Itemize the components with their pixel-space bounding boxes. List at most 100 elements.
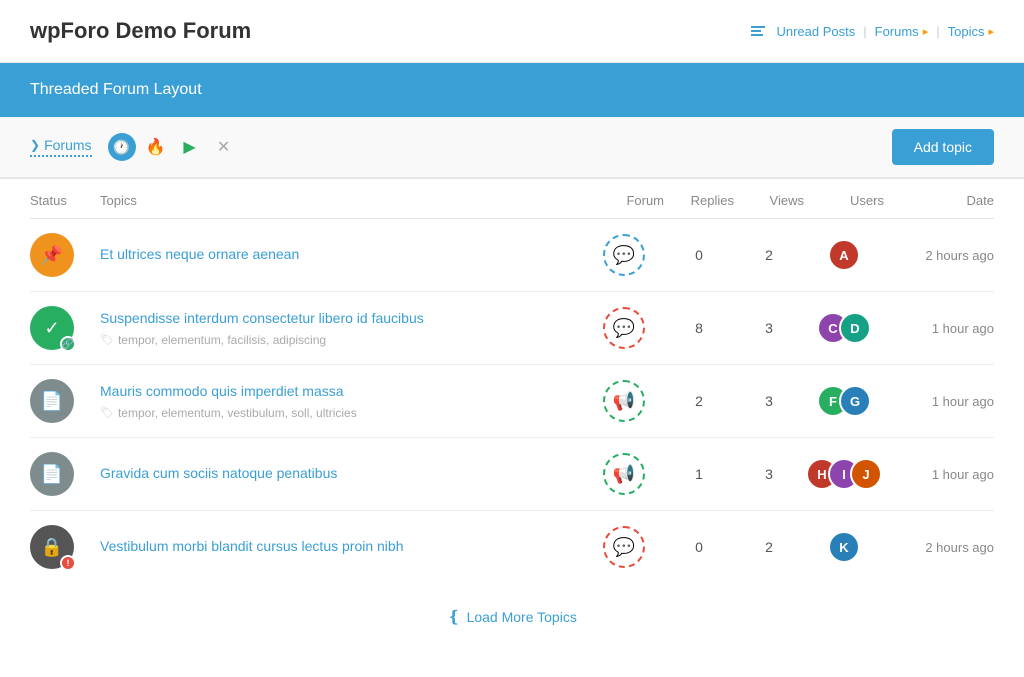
date-cell: 1 hour ago (884, 467, 994, 482)
topic-content: Mauris commodo quis imperdiet massa 🏷 te… (100, 382, 584, 420)
tag-icon: 🏷 (100, 333, 114, 346)
views-cell: 3 (734, 466, 804, 482)
users-cell: C D (804, 312, 884, 344)
avatar: K (828, 531, 860, 563)
forum-circle-icon: 💬 (603, 526, 645, 568)
forum-circle-icon: 💬 (603, 307, 645, 349)
col-status-header: Status (30, 193, 100, 208)
banner-title: Threaded Forum Layout (30, 81, 994, 99)
topic-content: Et ultrices neque ornare aenean (100, 245, 584, 265)
table-row: 📌 Et ultrices neque ornare aenean 💬 0 2 … (30, 219, 994, 292)
forums-link[interactable]: Forums ▸ (875, 24, 929, 39)
views-cell: 3 (734, 320, 804, 336)
clock-filter-icon[interactable]: 🕐 (108, 133, 136, 161)
forums-breadcrumb-link[interactable]: ❯ Forums (30, 137, 92, 157)
nav-separator-2: | (936, 24, 939, 39)
unread-posts-link[interactable]: Unread Posts (776, 24, 855, 39)
locked-status-icon: 🔒 ! (30, 525, 74, 569)
check-filter-icon[interactable]: ▶ (176, 133, 204, 161)
topic-title-link[interactable]: Mauris commodo quis imperdiet massa (100, 383, 344, 399)
forum-icon-cell: 📢 (584, 380, 664, 422)
replies-cell: 1 (664, 466, 734, 482)
toolbar-left: ❯ Forums 🕐 🔥 ▶ ✕ (30, 133, 238, 161)
lock-icon: 🔒 (41, 537, 63, 558)
topic-title-link[interactable]: Suspendisse interdum consectetur libero … (100, 310, 424, 326)
replies-cell: 0 (664, 247, 734, 263)
users-cell: K (804, 531, 884, 563)
fire-filter-icon[interactable]: 🔥 (142, 133, 170, 161)
pinned-status-icon: 📌 (30, 233, 74, 277)
topic-title-link[interactable]: Vestibulum morbi blandit cursus lectus p… (100, 538, 404, 554)
solved-status-icon: ✓ 🔗 (30, 306, 74, 350)
users-cell: A (804, 239, 884, 271)
avatar: D (839, 312, 871, 344)
avatar: G (839, 385, 871, 417)
status-cell: 📌 (30, 233, 100, 277)
load-more-section: ❴ Load More Topics (0, 583, 1024, 651)
table-row: 📄 Gravida cum sociis natoque penatibus 📢… (30, 438, 994, 511)
users-cell: H I J (804, 458, 884, 490)
forum-banner: Threaded Forum Layout (0, 63, 1024, 117)
topic-title-link[interactable]: Gravida cum sociis natoque penatibus (100, 465, 337, 481)
topics-table: Status Topics Forum Replies Views Users … (0, 179, 1024, 583)
topic-content: Gravida cum sociis natoque penatibus (100, 464, 584, 484)
table-row: 🔒 ! Vestibulum morbi blandit cursus lect… (30, 511, 994, 583)
topics-rss-icon: ▸ (988, 25, 994, 38)
exclamation-badge: ! (60, 555, 76, 571)
topic-tags: 🏷 tempor, elementum, facilisis, adipisci… (100, 333, 584, 347)
chevron-down-icon: ❯ (30, 138, 40, 152)
topic-title-link[interactable]: Et ultrices neque ornare aenean (100, 246, 299, 262)
forum-icon-cell: 📢 (584, 453, 664, 495)
nav-separator-1: | (863, 24, 866, 39)
forum-circle-icon: 📢 (603, 453, 645, 495)
normal-status-icon: 📄 (30, 379, 74, 423)
date-cell: 1 hour ago (884, 321, 994, 336)
forum-circle-icon: 📢 (603, 380, 645, 422)
date-cell: 1 hour ago (884, 394, 994, 409)
forum-icon-cell: 💬 (584, 234, 664, 276)
status-cell: 📄 (30, 452, 100, 496)
stack-icon (751, 26, 765, 36)
topic-tags: 🏷 tempor, elementum, vestibulum, soll, u… (100, 406, 584, 420)
add-topic-button[interactable]: Add topic (892, 129, 994, 165)
col-users-header: Users (804, 193, 884, 208)
close-filter-icon[interactable]: ✕ (210, 133, 238, 161)
table-row: 📄 Mauris commodo quis imperdiet massa 🏷 … (30, 365, 994, 438)
forums-rss-icon: ▸ (923, 25, 929, 38)
views-cell: 2 (734, 539, 804, 555)
status-cell: 📄 (30, 379, 100, 423)
solved-badge: 🔗 (60, 336, 76, 352)
avatar: J (850, 458, 882, 490)
topics-link[interactable]: Topics ▸ (948, 24, 994, 39)
topic-content: Vestibulum morbi blandit cursus lectus p… (100, 537, 584, 557)
replies-cell: 2 (664, 393, 734, 409)
normal-status-icon-2: 📄 (30, 452, 74, 496)
site-title: wpForo Demo Forum (30, 18, 251, 44)
views-cell: 2 (734, 247, 804, 263)
views-cell: 3 (734, 393, 804, 409)
toolbar-icons: 🕐 🔥 ▶ ✕ (108, 133, 238, 161)
status-cell: 🔒 ! (30, 525, 100, 569)
header-nav: Unread Posts | Forums ▸ | Topics ▸ (751, 24, 994, 39)
tag-icon: 🏷 (100, 406, 114, 419)
forum-icon-cell: 💬 (584, 307, 664, 349)
load-more-link[interactable]: ❴ Load More Topics (447, 607, 577, 627)
replies-cell: 8 (664, 320, 734, 336)
col-topics-header: Topics (100, 193, 584, 208)
replies-cell: 0 (664, 539, 734, 555)
forum-icon-cell: 💬 (584, 526, 664, 568)
col-date-header: Date (884, 193, 994, 208)
date-cell: 2 hours ago (884, 540, 994, 555)
table-header: Status Topics Forum Replies Views Users … (30, 179, 994, 219)
table-row: ✓ 🔗 Suspendisse interdum consectetur lib… (30, 292, 994, 365)
users-cell: F G (804, 385, 884, 417)
forum-toolbar: ❯ Forums 🕐 🔥 ▶ ✕ Add topic (0, 117, 1024, 179)
forum-circle-icon: 💬 (603, 234, 645, 276)
topic-content: Suspendisse interdum consectetur libero … (100, 309, 584, 347)
status-cell: ✓ 🔗 (30, 306, 100, 350)
double-chevron-icon: ❴ (447, 607, 460, 627)
date-cell: 2 hours ago (884, 248, 994, 263)
col-replies-header: Replies (664, 193, 734, 208)
col-forum-header: Forum (584, 193, 664, 208)
col-views-header: Views (734, 193, 804, 208)
